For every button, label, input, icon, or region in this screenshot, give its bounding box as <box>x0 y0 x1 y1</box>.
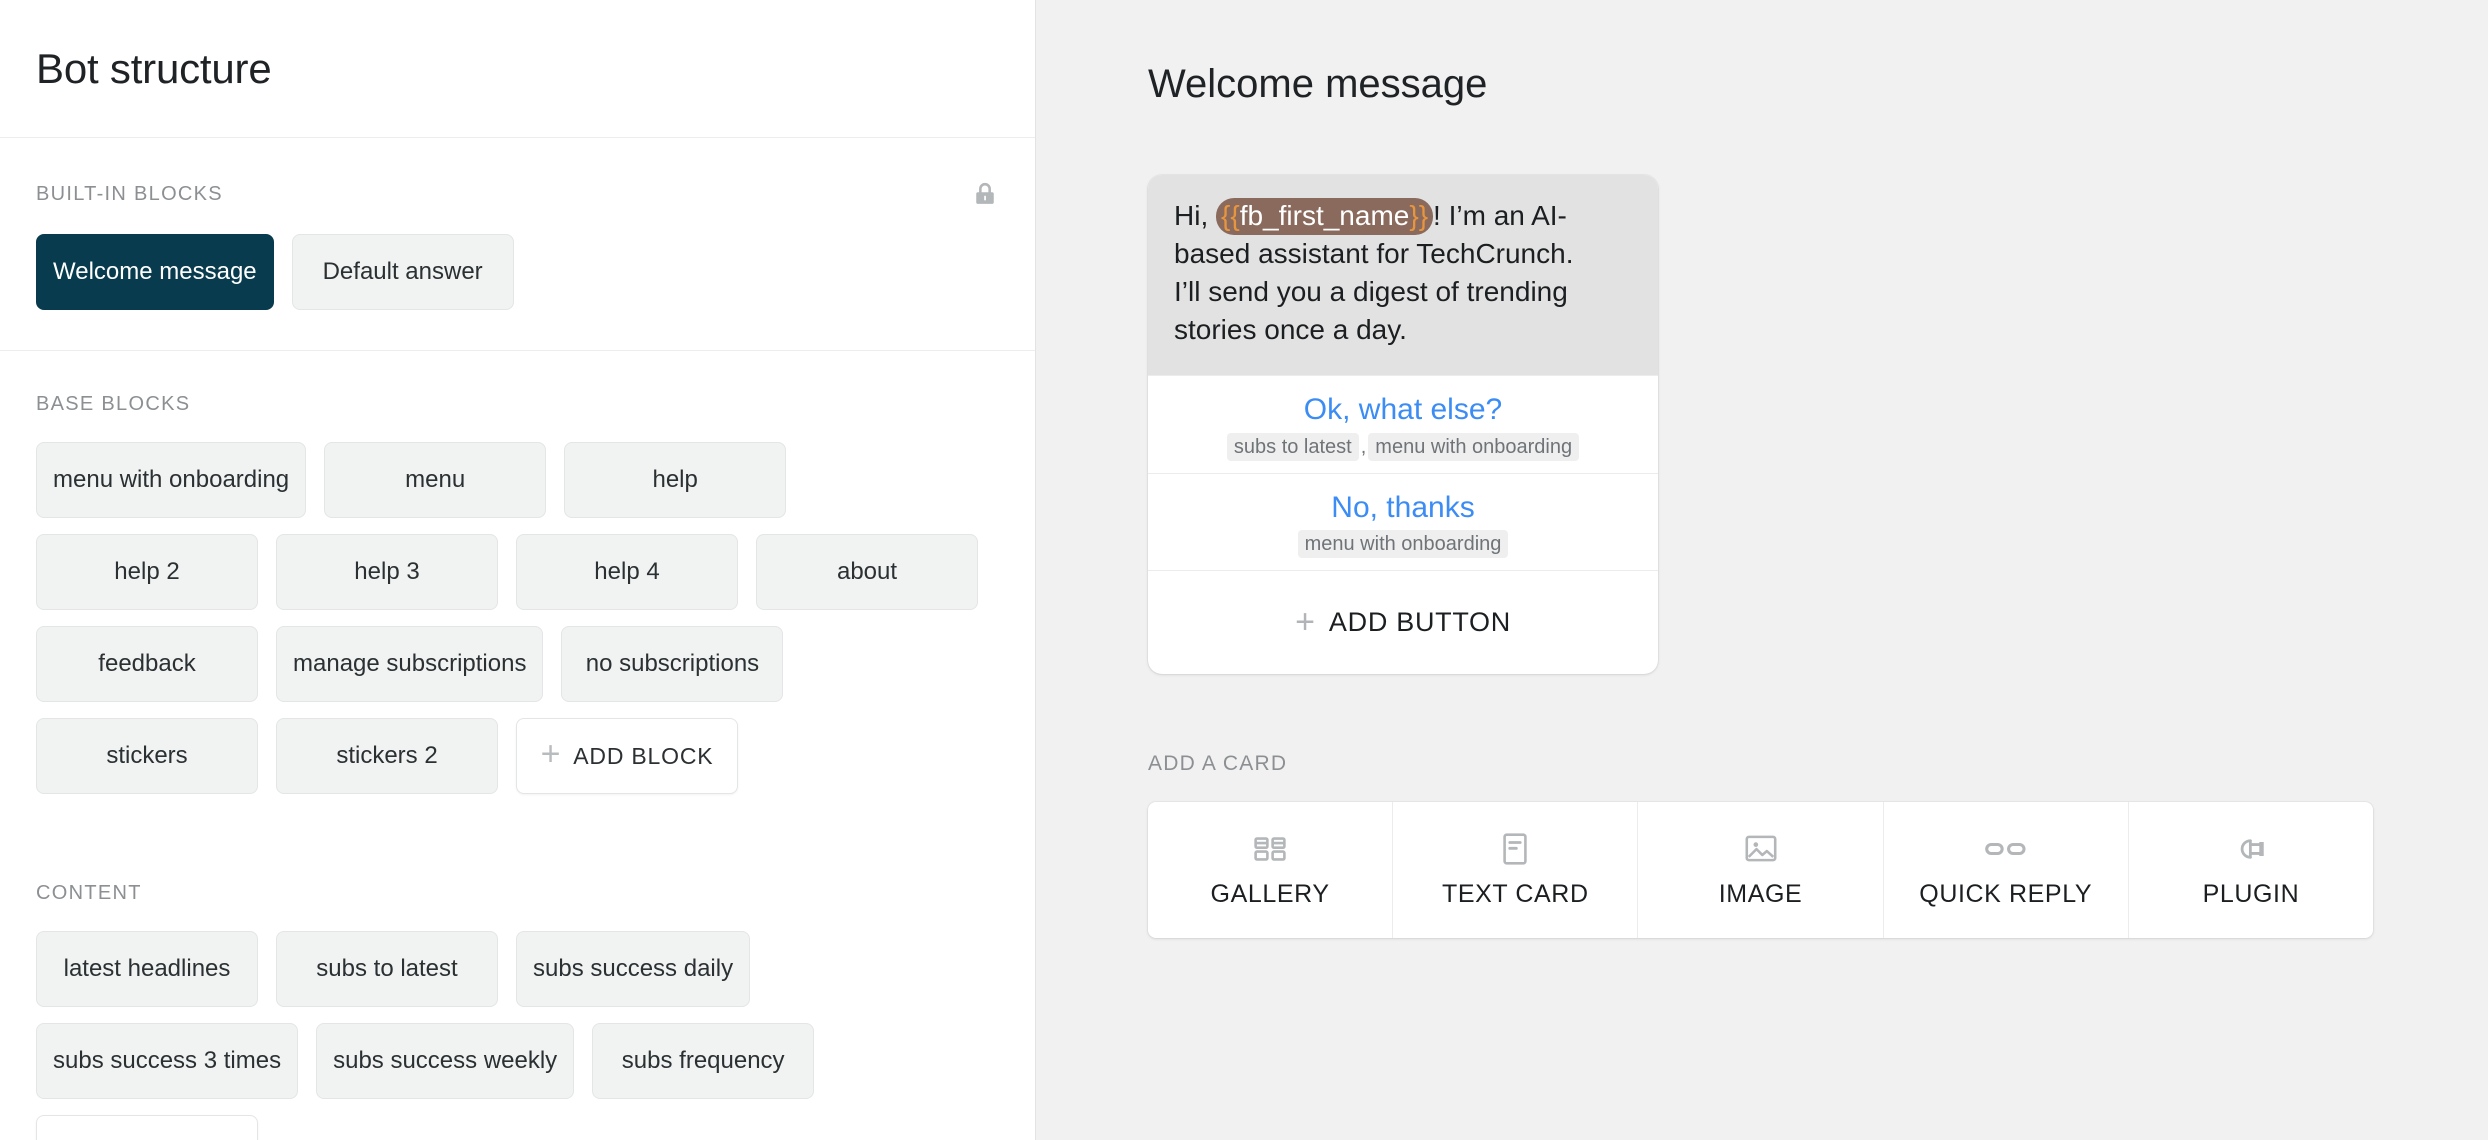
block-chip-subs-success-3-times[interactable]: subs success 3 times <box>36 1023 298 1099</box>
block-chip-latest-headlines[interactable]: latest headlines <box>36 931 258 1007</box>
add-a-card-label: ADD A CARD <box>1148 752 2488 776</box>
editor-title: Welcome message <box>1148 62 2488 107</box>
message-text-bubble[interactable]: Hi, {{fb_first_name}}! I’m an AI-based a… <box>1148 175 1658 375</box>
add-block-button-base[interactable]: + ADD BLOCK <box>516 718 738 794</box>
block-chip-subs-success-daily[interactable]: subs success daily <box>516 931 750 1007</box>
block-chip-subs-to-latest[interactable]: subs to latest <box>276 931 498 1007</box>
block-chip-help-2[interactable]: help 2 <box>36 534 258 610</box>
base-blocks-label: BASE BLOCKS <box>36 393 190 416</box>
variable-close-brace: }} <box>1409 200 1428 231</box>
panel-header: Bot structure <box>0 0 1035 138</box>
app-root: Bot structure BUILT-IN BLOCKS Welcome me… <box>0 0 2488 1140</box>
block-chip-subs-success-weekly[interactable]: subs success weekly <box>316 1023 574 1099</box>
image-icon <box>1744 832 1778 866</box>
card-option-image[interactable]: IMAGE <box>1638 802 1883 938</box>
plus-icon: + <box>61 1134 82 1140</box>
card-option-gallery[interactable]: GALLERY <box>1148 802 1393 938</box>
plus-icon: + <box>541 737 562 771</box>
message-button-ok-what-else[interactable]: Ok, what else? subs to latest,menu with … <box>1148 375 1658 472</box>
card-option-label: TEXT CARD <box>1442 880 1589 909</box>
text-card-icon <box>1502 832 1528 866</box>
variable-name: fb_first_name <box>1240 200 1410 231</box>
page-title: Bot structure <box>36 45 272 93</box>
content-label: CONTENT <box>36 882 142 905</box>
base-blocks-list: menu with onboarding menu help help 2 he… <box>36 442 999 840</box>
variable-open-brace: {{ <box>1221 200 1240 231</box>
add-block-label: ADD BLOCK <box>573 743 713 770</box>
bot-structure-panel: Bot structure BUILT-IN BLOCKS Welcome me… <box>0 0 1036 1140</box>
block-chip-help[interactable]: help <box>564 442 786 518</box>
message-button-title: Ok, what else? <box>1162 392 1644 427</box>
content-section: CONTENT latest headlines subs to latest … <box>0 840 1035 1140</box>
add-block-button-content[interactable]: + ADD BLOCK <box>36 1115 258 1140</box>
block-chip-subs-frequency[interactable]: subs frequency <box>592 1023 814 1099</box>
block-chip-stickers-2[interactable]: stickers 2 <box>276 718 498 794</box>
message-button-tags: subs to latest,menu with onboarding <box>1162 436 1644 459</box>
plus-icon: + <box>1295 603 1315 641</box>
block-chip-help-4[interactable]: help 4 <box>516 534 738 610</box>
add-button-label: ADD BUTTON <box>1329 607 1511 637</box>
add-a-card-options: GALLERY TEXT CARD <box>1148 802 2373 938</box>
add-a-card-section: ADD A CARD GALLERY <box>1148 752 2488 938</box>
block-chip-menu-with-onboarding[interactable]: menu with onboarding <box>36 442 306 518</box>
block-chip-about[interactable]: about <box>756 534 978 610</box>
card-option-label: PLUGIN <box>2203 880 2300 909</box>
gallery-icon <box>1253 832 1287 866</box>
block-chip-default-answer[interactable]: Default answer <box>292 234 514 310</box>
tag-menu-with-onboarding: menu with onboarding <box>1298 530 1509 558</box>
block-chip-welcome-message[interactable]: Welcome message <box>36 234 274 310</box>
builtin-blocks-header: BUILT-IN BLOCKS <box>36 138 999 234</box>
card-option-label: QUICK REPLY <box>1919 880 2092 909</box>
card-option-label: IMAGE <box>1719 880 1803 909</box>
tag-subs-to-latest: subs to latest <box>1227 433 1359 461</box>
base-blocks-header: BASE BLOCKS <box>36 351 999 442</box>
block-chip-help-3[interactable]: help 3 <box>276 534 498 610</box>
block-chip-no-subscriptions[interactable]: no subscriptions <box>561 626 783 702</box>
builtin-blocks-section: BUILT-IN BLOCKS Welcome message Default … <box>0 138 1035 351</box>
message-button-no-thanks[interactable]: No, thanks menu with onboarding <box>1148 473 1658 570</box>
content-header: CONTENT <box>36 840 999 931</box>
message-text-before: Hi, <box>1174 200 1216 231</box>
message-text-line2: I’ll send you a digest of trending stori… <box>1174 276 1568 345</box>
editor-header: Welcome message <box>1036 0 2488 107</box>
lock-icon <box>971 180 999 208</box>
block-chip-feedback[interactable]: feedback <box>36 626 258 702</box>
add-button-action[interactable]: + ADD BUTTON <box>1148 570 1658 674</box>
builtin-blocks-list: Welcome message Default answer <box>36 234 999 350</box>
tag-menu-with-onboarding: menu with onboarding <box>1368 433 1579 461</box>
message-button-title: No, thanks <box>1162 490 1644 525</box>
base-blocks-section: BASE BLOCKS menu with onboarding menu he… <box>0 351 1035 840</box>
quick-reply-icon <box>1984 832 2028 866</box>
card-option-plugin[interactable]: PLUGIN <box>2129 802 2373 938</box>
tag-separator: , <box>1359 436 1369 458</box>
block-chip-manage-subscriptions[interactable]: manage subscriptions <box>276 626 543 702</box>
plugin-icon <box>2233 832 2269 866</box>
message-card: Hi, {{fb_first_name}}! I’m an AI-based a… <box>1148 175 1658 674</box>
message-button-tags: menu with onboarding <box>1162 533 1644 556</box>
block-chip-stickers[interactable]: stickers <box>36 718 258 794</box>
builtin-blocks-label: BUILT-IN BLOCKS <box>36 183 223 206</box>
content-blocks-list: latest headlines subs to latest subs suc… <box>36 931 999 1140</box>
welcome-message-editor-panel: Welcome message Hi, {{fb_first_name}}! I… <box>1036 0 2488 1140</box>
variable-token-fb-first-name[interactable]: {{fb_first_name}} <box>1216 198 1433 235</box>
block-chip-menu[interactable]: menu <box>324 442 546 518</box>
card-option-quick-reply[interactable]: QUICK REPLY <box>1884 802 2129 938</box>
card-option-label: GALLERY <box>1211 880 1330 909</box>
card-option-text-card[interactable]: TEXT CARD <box>1393 802 1638 938</box>
